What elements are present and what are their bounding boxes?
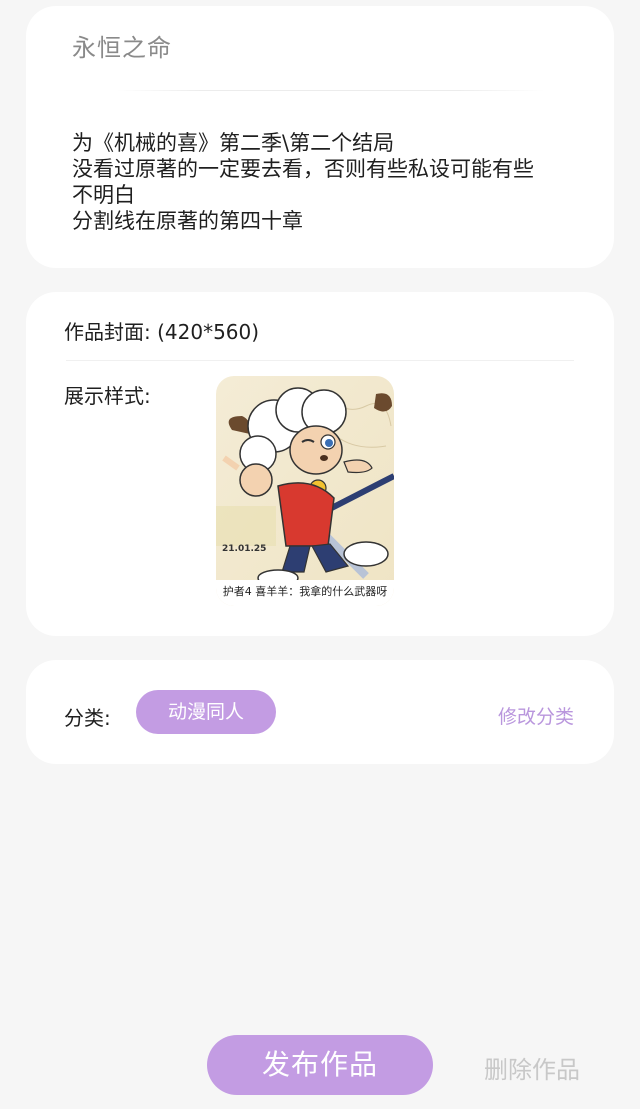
cover-label: 作品封面: (420*560) (64, 320, 260, 344)
edit-category-link[interactable]: 修改分类 (498, 702, 574, 729)
cover-image[interactable]: 21.01.25 护者4 喜羊羊：我拿的什么武器呀 (216, 376, 394, 606)
work-description[interactable]: 为《机械的喜》第二季\第二个结局 没看过原著的一定要去看，否则有些私设可能有些 … (72, 130, 592, 234)
category-chip[interactable]: 动漫同人 (136, 690, 276, 734)
work-title[interactable]: 永恒之命 (72, 28, 172, 63)
cover-date: 21.01.25 (222, 544, 267, 554)
description-line: 分割线在原著的第四十章 (72, 209, 303, 233)
category-card: 分类: 动漫同人 修改分类 (26, 660, 614, 764)
cover-caption: 护者4 喜羊羊：我拿的什么武器呀 (216, 580, 394, 606)
cover-card: 作品封面: (420*560) 展示样式: 21.01.25 护者4 喜羊羊：我… (26, 292, 614, 636)
description-line: 没看过原著的一定要去看，否则有些私设可能有些 (72, 157, 534, 181)
publish-button[interactable]: 发布作品 (207, 1035, 433, 1095)
description-line: 为《机械的喜》第二季\第二个结局 (72, 131, 395, 155)
cover-divider (66, 360, 574, 361)
work-info-card: 永恒之命 为《机械的喜》第二季\第二个结局 没看过原著的一定要去看，否则有些私设… (26, 6, 614, 268)
delete-button[interactable]: 删除作品 (484, 1050, 580, 1085)
description-line: 不明白 (72, 183, 135, 207)
cover-illustration (216, 376, 394, 606)
title-divider (116, 90, 544, 91)
category-label: 分类: (64, 706, 111, 730)
display-style-label: 展示样式: (64, 384, 151, 408)
